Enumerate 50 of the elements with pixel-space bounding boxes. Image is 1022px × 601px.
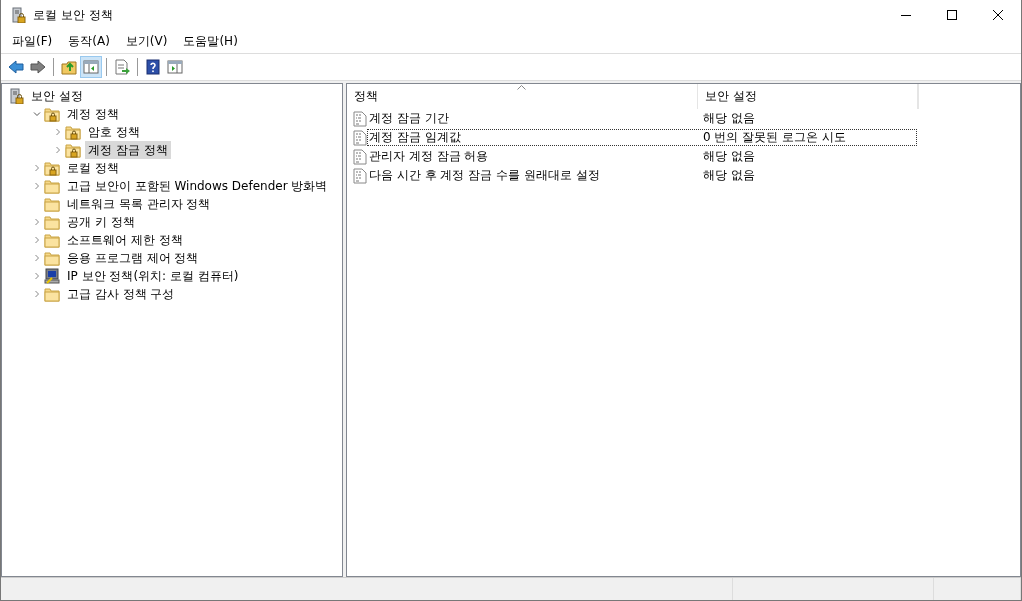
folder-icon bbox=[44, 250, 60, 266]
policy-document-icon bbox=[353, 167, 367, 184]
locked-folder-icon bbox=[44, 160, 60, 176]
folder-icon bbox=[44, 196, 60, 212]
policy-document-icon bbox=[353, 129, 367, 146]
folder-icon bbox=[44, 232, 60, 248]
list-row[interactable]: 다음 시간 후 계정 잠금 수를 원래대로 설정 해당 없음 bbox=[367, 167, 917, 184]
locked-folder-icon bbox=[65, 142, 81, 158]
server-lock-icon bbox=[8, 88, 24, 104]
tree-item[interactable]: 공개 키 정책 bbox=[64, 213, 138, 231]
chevron-right-icon[interactable] bbox=[53, 146, 62, 154]
tree-item[interactable]: 고급 감사 정책 구성 bbox=[64, 285, 178, 303]
list-row[interactable]: 관리자 계정 잠금 허용 해당 없음 bbox=[367, 148, 917, 165]
window-title: 로컬 보안 정책 bbox=[33, 6, 113, 24]
tree-item[interactable]: 보안 설정 bbox=[28, 87, 86, 105]
computer-key-icon bbox=[44, 268, 60, 284]
tree-item[interactable]: 소프트웨어 제한 정책 bbox=[64, 231, 186, 249]
folder-icon bbox=[44, 178, 60, 194]
column-header[interactable]: 보안 설정 bbox=[698, 84, 918, 109]
tree-item[interactable]: IP 보안 정책(위치: 로컬 컴퓨터) bbox=[64, 267, 242, 285]
column-header[interactable]: 정책 bbox=[347, 84, 698, 109]
menu-item[interactable]: 보기(V) bbox=[117, 33, 176, 50]
tree-item[interactable]: 로컬 정책 bbox=[64, 159, 122, 177]
menu-item[interactable]: 동작(A) bbox=[60, 33, 118, 50]
list-row[interactable]: 계정 잠금 임계값 0 번의 잘못된 로그온 시도 bbox=[367, 129, 917, 146]
tree-item[interactable]: 네트워크 목록 관리자 정책 bbox=[64, 195, 214, 213]
policy-document-icon bbox=[353, 148, 367, 165]
tree-item[interactable]: 암호 정책 bbox=[85, 123, 143, 141]
locked-folder-icon bbox=[44, 106, 60, 122]
list-row[interactable]: 계정 잠금 기간 해당 없음 bbox=[367, 110, 917, 127]
chevron-right-icon[interactable] bbox=[32, 218, 41, 226]
tree-item[interactable]: 계정 정책 bbox=[64, 105, 122, 123]
menu-item[interactable]: 파일(F) bbox=[4, 33, 61, 50]
tree-item[interactable]: 고급 보안이 포함된 Windows Defender 방화벽 bbox=[64, 177, 331, 195]
server-lock-icon bbox=[10, 7, 26, 23]
chevron-right-icon[interactable] bbox=[32, 182, 41, 190]
chevron-right-icon[interactable] bbox=[32, 254, 41, 262]
folder-icon bbox=[44, 286, 60, 302]
tree-item[interactable]: 계정 잠금 정책 bbox=[85, 141, 171, 159]
folder-icon bbox=[44, 214, 60, 230]
locked-folder-icon bbox=[65, 124, 81, 140]
policy-document-icon bbox=[353, 110, 367, 127]
chevron-right-icon[interactable] bbox=[32, 236, 41, 244]
chevron-right-icon[interactable] bbox=[32, 272, 41, 280]
chevron-right-icon[interactable] bbox=[32, 290, 41, 298]
chevron-down-icon[interactable] bbox=[32, 110, 41, 118]
menu-item[interactable]: 도움말(H) bbox=[175, 33, 246, 50]
chevron-right-icon[interactable] bbox=[32, 164, 41, 172]
chevron-right-icon[interactable] bbox=[53, 128, 62, 136]
tree-item[interactable]: 응용 프로그램 제어 정책 bbox=[64, 249, 202, 267]
